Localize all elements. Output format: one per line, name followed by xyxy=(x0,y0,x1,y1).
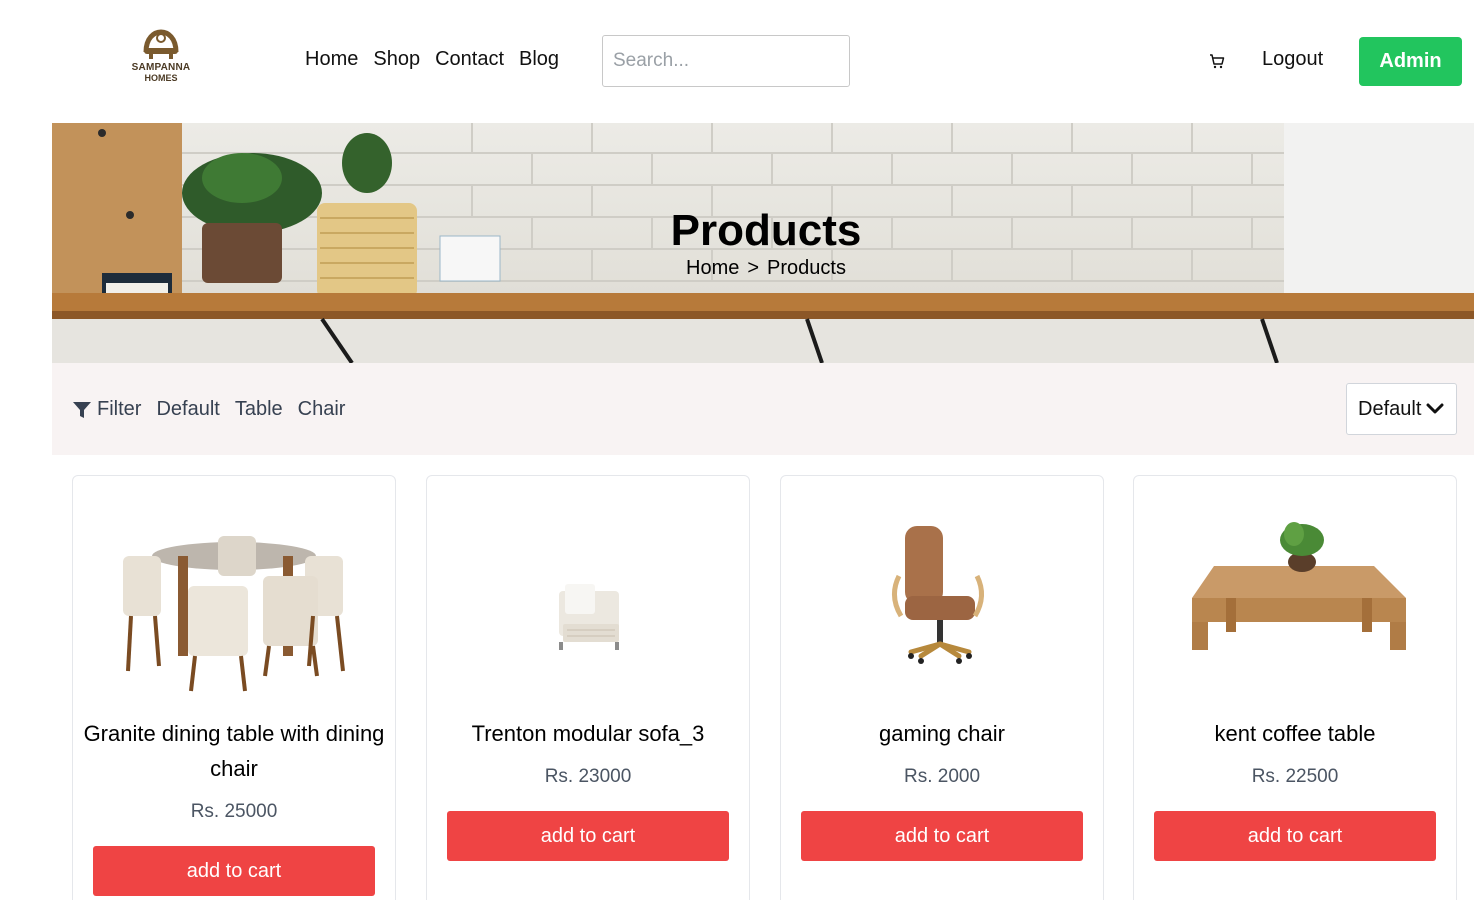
category-filters: Filter Default Table Chair xyxy=(72,398,345,421)
add-to-cart-button[interactable]: add to cart xyxy=(447,811,729,861)
nav-blog-link[interactable]: Blog xyxy=(519,48,559,71)
filter-chair[interactable]: Chair xyxy=(298,398,346,421)
product-price: Rs. 2000 xyxy=(903,766,981,787)
search-input[interactable] xyxy=(602,35,850,87)
product-card[interactable]: Trenton modular sofa_3 Rs. 23000 add to … xyxy=(426,475,750,900)
filter-default[interactable]: Default xyxy=(156,398,219,421)
add-to-cart-button[interactable]: add to cart xyxy=(801,811,1083,861)
nav-home-link[interactable]: Home xyxy=(305,48,358,71)
sofa-logo-icon xyxy=(143,29,179,59)
add-to-cart-button[interactable]: add to cart xyxy=(93,846,375,896)
site-logo[interactable]: SAMPANNA HOMES xyxy=(130,28,192,90)
product-card[interactable]: Granite dining table with dining chair R… xyxy=(72,475,396,900)
product-image xyxy=(123,536,345,692)
breadcrumb: Home > Products xyxy=(52,257,1474,280)
product-price: Rs. 22500 xyxy=(1251,766,1339,787)
filter-toggle[interactable]: Filter xyxy=(72,398,141,421)
nav-contact-link[interactable]: Contact xyxy=(435,48,504,71)
product-card[interactable]: kent coffee table Rs. 22500 add to cart xyxy=(1133,475,1457,900)
product-name[interactable]: Trenton modular sofa_3 xyxy=(437,716,739,751)
logo-text-line2: HOMES xyxy=(144,73,178,83)
breadcrumb-current: Products xyxy=(767,257,846,279)
product-image xyxy=(1192,522,1406,650)
cart-icon[interactable] xyxy=(1208,52,1226,70)
product-image xyxy=(892,526,984,664)
admin-button[interactable]: Admin xyxy=(1359,37,1462,86)
breadcrumb-home-link[interactable]: Home xyxy=(686,257,739,279)
main-nav: Home Shop Contact Blog xyxy=(305,48,559,71)
hero-banner: Products Home > Products xyxy=(52,123,1474,363)
logout-link[interactable]: Logout xyxy=(1262,48,1323,71)
product-name[interactable]: Granite dining table with dining chair xyxy=(83,716,385,786)
product-image xyxy=(559,584,619,650)
product-card[interactable]: gaming chair Rs. 2000 add to cart xyxy=(780,475,1104,900)
breadcrumb-separator: > xyxy=(747,257,760,279)
product-name[interactable]: kent coffee table xyxy=(1144,716,1446,751)
sort-selected-value: Default xyxy=(1358,397,1422,420)
filter-label: Filter xyxy=(97,398,142,420)
filter-bar: Filter Default Table Chair Default xyxy=(52,363,1474,455)
page-title: Products xyxy=(670,206,862,255)
logo-text-line1: SAMPANNA xyxy=(131,62,191,73)
product-name[interactable]: gaming chair xyxy=(791,716,1093,751)
sort-dropdown[interactable]: Default xyxy=(1346,383,1457,435)
filter-table[interactable]: Table xyxy=(235,398,283,421)
funnel-icon xyxy=(73,401,91,418)
nav-shop-link[interactable]: Shop xyxy=(373,48,420,71)
product-price: Rs. 25000 xyxy=(190,801,278,822)
add-to-cart-button[interactable]: add to cart xyxy=(1154,811,1436,861)
site-header: SAMPANNA HOMES Home Shop Contact Blog Lo… xyxy=(0,0,1474,123)
product-price: Rs. 23000 xyxy=(544,766,632,787)
chevron-down-icon xyxy=(1426,403,1444,414)
